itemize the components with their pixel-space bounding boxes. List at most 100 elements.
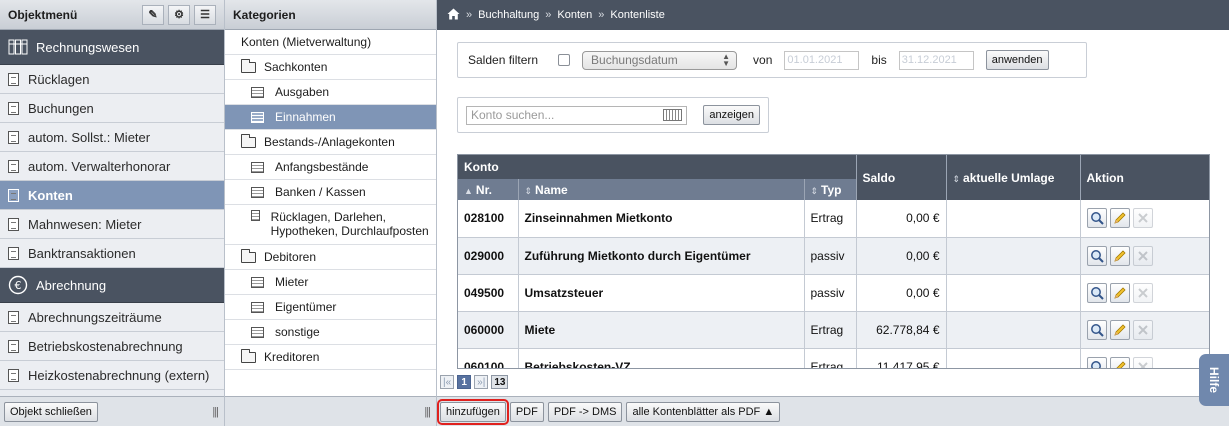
category-label: Debitoren bbox=[264, 250, 317, 264]
cell-actions bbox=[1080, 200, 1209, 238]
cell-saldo: 0,00 € bbox=[856, 274, 947, 312]
category-item[interactable]: Eigentümer bbox=[225, 295, 436, 320]
col-saldo[interactable]: Saldo bbox=[856, 155, 947, 200]
list-menu-icon[interactable]: ☰ bbox=[194, 4, 216, 25]
menu-item-abrechnungszeitraeume[interactable]: Abrechnungszeiträume bbox=[0, 303, 224, 332]
view-icon[interactable] bbox=[1086, 282, 1107, 303]
category-item[interactable]: Einnahmen bbox=[225, 105, 436, 130]
table-row[interactable]: 029000 Zuführung Mietkonto durch Eigentüm… bbox=[458, 237, 1209, 275]
menu-item-ruecklagen[interactable]: Rücklagen bbox=[0, 65, 224, 94]
document-icon bbox=[8, 188, 19, 202]
delete-icon[interactable] bbox=[1132, 356, 1153, 368]
first-page-button[interactable]: |« bbox=[440, 375, 455, 389]
category-label: Einnahmen bbox=[275, 110, 336, 124]
category-item[interactable]: Bestands-/Anlagekonten bbox=[225, 130, 436, 155]
section-rechnungswesen[interactable]: Rechnungswesen bbox=[0, 30, 224, 65]
category-item[interactable]: Anfangsbestände bbox=[225, 155, 436, 180]
category-item[interactable]: Sachkonten bbox=[225, 55, 436, 80]
account-search-input[interactable]: Konto suchen... bbox=[466, 105, 688, 125]
category-item[interactable]: Mieter bbox=[225, 270, 436, 295]
col-typ[interactable]: ⇕ Typ bbox=[804, 179, 857, 200]
pdf-button[interactable]: PDF bbox=[509, 401, 544, 422]
current-page[interactable]: 1 bbox=[457, 375, 472, 389]
folder-icon bbox=[241, 348, 256, 363]
settings-icon[interactable]: ⚙ bbox=[168, 4, 190, 25]
view-icon[interactable] bbox=[1086, 319, 1107, 340]
add-account-button[interactable]: hinzufügen bbox=[437, 398, 509, 425]
resize-handle-icon[interactable]: ||| bbox=[424, 406, 431, 418]
close-object-button[interactable]: Objekt schließen bbox=[4, 401, 98, 422]
table-row[interactable]: 060000 Miete Ertrag 62.778,84 € bbox=[458, 311, 1209, 349]
col-umlage[interactable]: ⇕ aktuelle Umlage bbox=[946, 155, 1081, 200]
menu-item-verwalterhonorar[interactable]: autom. Verwalterhonorar bbox=[0, 152, 224, 181]
ledger-icon bbox=[251, 161, 264, 173]
category-item[interactable]: Kreditoren bbox=[225, 345, 436, 370]
edit-icon[interactable] bbox=[1109, 282, 1130, 303]
edit-icon[interactable] bbox=[1109, 208, 1130, 229]
delete-icon[interactable] bbox=[1132, 208, 1153, 229]
category-item[interactable]: Rücklagen, Darlehen, Hypotheken, Durchla… bbox=[225, 205, 436, 245]
edit-icon[interactable] bbox=[1109, 245, 1130, 266]
home-icon[interactable] bbox=[447, 8, 460, 23]
menu-item-konten[interactable]: Konten bbox=[0, 181, 224, 210]
menu-item-sollst-mieter[interactable]: autom. Sollst.: Mieter bbox=[0, 123, 224, 152]
menu-item-betriebskostenabrechnung[interactable]: Betriebskostenabrechnung bbox=[0, 332, 224, 361]
menu-item-label: Heizkostenabrechnung (extern) bbox=[28, 367, 210, 383]
breadcrumb-buchhaltung[interactable]: Buchhaltung bbox=[478, 9, 539, 21]
document-icon bbox=[8, 217, 19, 231]
table-row[interactable]: 060100 Betriebskosten-VZ Ertrag 11.417,95 € bbox=[458, 348, 1209, 368]
view-icon[interactable] bbox=[1086, 208, 1107, 229]
menu-item-mahnwesen[interactable]: Mahnwesen: Mieter bbox=[0, 210, 224, 239]
last-page-button[interactable]: »| bbox=[474, 375, 489, 389]
menu-item-label: Konten bbox=[28, 187, 73, 203]
show-account-button[interactable]: anzeigen bbox=[703, 105, 760, 125]
all-ledgers-pdf-button[interactable]: alle Kontenblätter als PDF ▲ bbox=[626, 401, 781, 422]
table-row[interactable]: 049500 Umsatzsteuer passiv 0,00 € bbox=[458, 274, 1209, 312]
cell-typ: Ertrag bbox=[804, 348, 857, 368]
menu-item-label: Mahnwesen: Mieter bbox=[28, 216, 142, 232]
sort-icon: ⇕ bbox=[952, 173, 961, 184]
menu-item-label: autom. Verwalterhonorar bbox=[28, 158, 171, 174]
menu-item-heizkostenabrechnung[interactable]: Heizkostenabrechnung (extern) bbox=[0, 361, 224, 390]
category-item[interactable]: Konten (Mietverwaltung) bbox=[225, 30, 436, 55]
document-icon bbox=[8, 368, 19, 382]
view-icon[interactable] bbox=[1086, 245, 1107, 266]
delete-icon[interactable] bbox=[1132, 282, 1153, 303]
from-date-field[interactable]: 01.01.2021 bbox=[784, 50, 860, 70]
filter-checkbox[interactable] bbox=[558, 54, 571, 66]
edit-note-icon[interactable]: ✎ bbox=[142, 4, 164, 25]
categories-footer: ||| bbox=[225, 396, 436, 426]
resize-handle-icon[interactable]: ||| bbox=[212, 406, 219, 418]
delete-icon[interactable] bbox=[1132, 245, 1153, 266]
folder-icon bbox=[241, 133, 256, 148]
col-nr[interactable]: ▲ Nr. bbox=[458, 179, 519, 200]
document-icon bbox=[8, 72, 19, 86]
category-item[interactable]: Banken / Kassen bbox=[225, 180, 436, 205]
menu-item-buchungen[interactable]: Buchungen bbox=[0, 94, 224, 123]
help-tab[interactable]: Hilfe bbox=[1199, 354, 1229, 406]
keyboard-icon[interactable] bbox=[663, 109, 683, 121]
view-icon[interactable] bbox=[1086, 356, 1107, 368]
edit-icon[interactable] bbox=[1109, 319, 1130, 340]
cell-nr: 060000 bbox=[458, 311, 519, 349]
cell-saldo: 0,00 € bbox=[856, 237, 947, 275]
breadcrumb-konten[interactable]: Konten bbox=[557, 9, 592, 21]
konto-group-header: Konto bbox=[458, 155, 857, 179]
delete-icon[interactable] bbox=[1132, 319, 1153, 340]
section-abrechnung[interactable]: € Abrechnung bbox=[0, 268, 224, 303]
category-item[interactable]: Debitoren bbox=[225, 245, 436, 270]
col-name[interactable]: ⇕ Name bbox=[518, 179, 805, 200]
table-row[interactable]: 028100 Zinseinnahmen Mietkonto Ertrag 0,00 … bbox=[458, 200, 1209, 238]
to-date-field[interactable]: 31.12.2021 bbox=[898, 50, 974, 70]
search-placeholder: Konto suchen... bbox=[471, 108, 555, 122]
pdf-to-dms-button[interactable]: PDF -> DMS bbox=[547, 401, 623, 422]
apply-filter-button[interactable]: anwenden bbox=[985, 50, 1049, 70]
date-type-select[interactable]: Buchungsdatum ▲ ▼ bbox=[582, 50, 738, 70]
category-item[interactable]: sonstige bbox=[225, 320, 436, 345]
menu-item-banktransaktionen[interactable]: Banktransaktionen bbox=[0, 239, 224, 268]
breadcrumb-separator: » bbox=[545, 9, 552, 21]
category-item[interactable]: Ausgaben bbox=[225, 80, 436, 105]
cell-name: Zinseinnahmen Mietkonto bbox=[518, 200, 805, 238]
edit-icon[interactable] bbox=[1109, 356, 1130, 368]
col-typ-label: Typ bbox=[821, 182, 842, 197]
